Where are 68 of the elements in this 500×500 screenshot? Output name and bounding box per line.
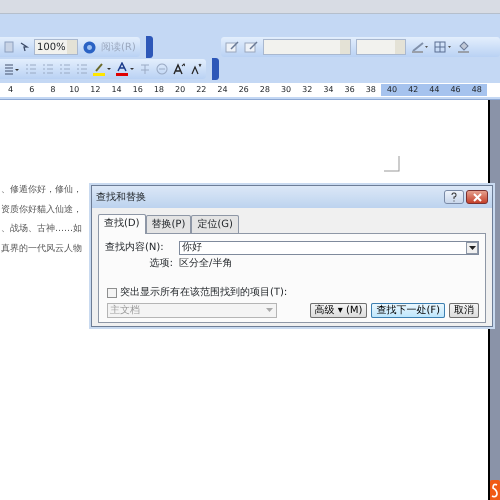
find-field[interactable]: 你好: [179, 240, 479, 254]
ruler-number: 28: [258, 84, 271, 96]
document-text: 资质你好貓入仙途，: [1, 204, 82, 216]
ruler-number: 4: [7, 84, 14, 96]
ruler-number: 38: [364, 84, 377, 96]
ruler-number: 16: [132, 84, 144, 96]
dialog-button[interactable]: 取消: [449, 303, 479, 318]
list-icon[interactable]: [25, 63, 37, 75]
corner-mark-icon: [384, 156, 400, 172]
ruler-number: 24: [216, 84, 229, 96]
checkbox-label: 突出显示所有在该范围找到的项目(T):: [120, 286, 288, 300]
font-combo[interactable]: [262, 39, 351, 55]
field-label: 查找内容(N):: [105, 240, 165, 255]
zoom-combo[interactable]: 100%: [34, 39, 78, 55]
cursor-icon[interactable]: [19, 41, 29, 53]
tab[interactable]: 定位(G): [191, 215, 239, 233]
ruler-number: 30: [280, 84, 292, 96]
highlighter-icon[interactable]: [93, 62, 111, 76]
pen-icon[interactable]: [410, 41, 429, 53]
edit-icon[interactable]: [244, 41, 258, 53]
ruler-number: 10: [68, 84, 80, 96]
ruler-number: 48: [466, 84, 488, 96]
ruler-number: 26: [238, 84, 250, 96]
border-icon[interactable]: [434, 41, 452, 53]
options-value: 区分全/半角: [179, 256, 232, 271]
document-text: 、战场、古神……如: [1, 223, 82, 236]
ruler-number: 20: [174, 84, 186, 96]
edit-icon[interactable]: [224, 41, 239, 53]
document-text: 、修遁你好，修仙，: [1, 184, 82, 197]
size-combo[interactable]: [356, 39, 406, 55]
tab[interactable]: 查找(D): [98, 214, 146, 234]
dropdown-arrow-icon: [266, 308, 273, 312]
help-button[interactable]: [444, 190, 464, 204]
font-color-icon[interactable]: [116, 62, 134, 76]
ruler-number: 22: [195, 84, 208, 96]
alignment-icon[interactable]: [4, 63, 20, 75]
ruler-number: 18: [152, 84, 165, 96]
indent-icon[interactable]: [59, 63, 71, 75]
ruler-number: 6: [28, 84, 36, 96]
dropdown-arrow-icon: [468, 246, 476, 250]
toolbar-options-button[interactable]: [146, 36, 153, 58]
document-text: 真界的一代风云人物: [1, 242, 82, 256]
ruler-number: 12: [89, 84, 102, 96]
input-method-icon[interactable]: [490, 480, 500, 500]
ruler-number: 44: [424, 84, 445, 96]
toolbar-options-button[interactable]: [212, 58, 219, 80]
close-icon: [472, 192, 482, 202]
options-label: 选项:: [148, 256, 174, 271]
dialog-title: 查找和替换: [96, 190, 146, 204]
page-icon[interactable]: [4, 41, 14, 53]
dialog-button[interactable]: 高级 ▾ (M): [310, 303, 368, 318]
list-icon[interactable]: [42, 63, 54, 75]
ruler-number: 36: [344, 84, 356, 96]
grow-font-icon[interactable]: [173, 63, 185, 75]
ruler-number: 32: [301, 84, 314, 96]
circled-character-icon[interactable]: [156, 63, 168, 75]
checkbox[interactable]: [107, 288, 117, 298]
dialog-button[interactable]: 查找下一处(F): [371, 303, 445, 318]
close-button[interactable]: [466, 190, 488, 204]
ruler-number: 8: [49, 84, 57, 96]
tab[interactable]: 替换(P): [146, 215, 192, 233]
ruler-number: 14: [110, 84, 123, 96]
ruler-number: 46: [444, 84, 466, 96]
ruler-number: 42: [402, 84, 424, 96]
ruler-number: 34: [322, 84, 334, 96]
indent-icon[interactable]: [76, 63, 88, 75]
shrink-font-icon[interactable]: [190, 63, 202, 75]
ruler-number: 40: [381, 84, 403, 96]
